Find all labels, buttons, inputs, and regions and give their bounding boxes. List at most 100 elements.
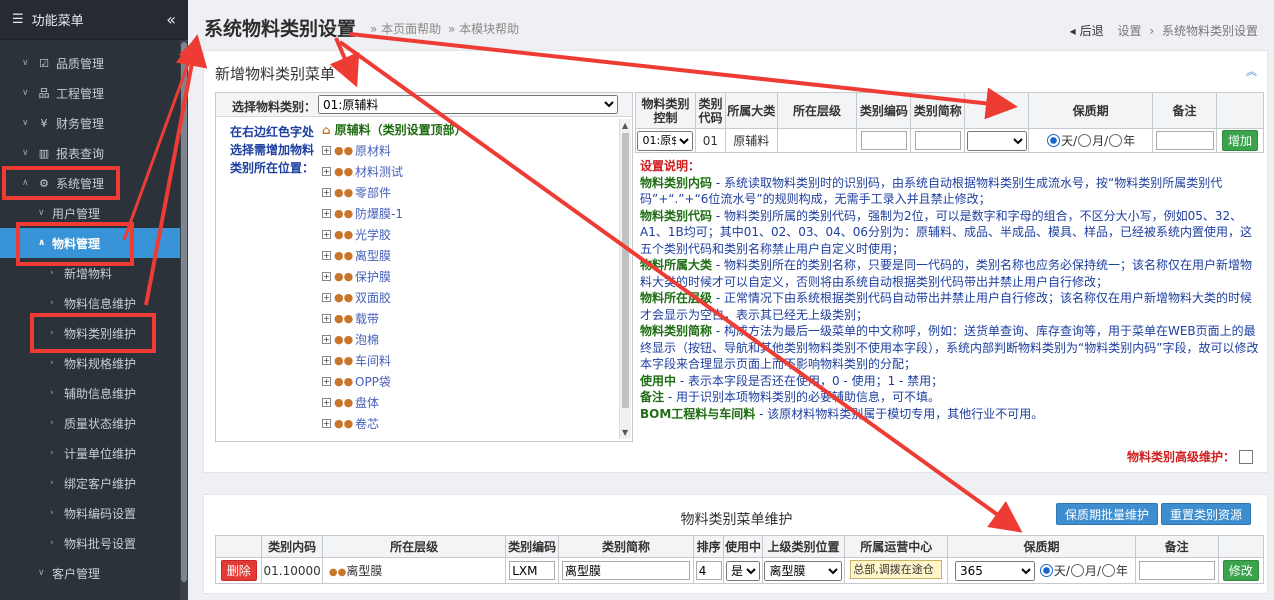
- back-link[interactable]: ◂ 后退: [1070, 24, 1104, 38]
- scroll-up-icon[interactable]: ▲: [622, 121, 628, 130]
- sidebar-item-customers[interactable]: ∨ 客户管理: [0, 558, 188, 588]
- radio-year[interactable]: [1101, 563, 1115, 577]
- reset-resource-button[interactable]: 重置类别资源: [1161, 503, 1252, 525]
- chevron-up-icon[interactable]: ︽: [1246, 63, 1257, 79]
- row-parent-select[interactable]: 离型膜: [764, 560, 843, 581]
- radio-year[interactable]: [1109, 134, 1123, 147]
- cat-code-input[interactable]: [860, 131, 907, 150]
- expand-icon[interactable]: +: [322, 398, 331, 407]
- help-page-link[interactable]: » 本页面帮助: [370, 20, 441, 37]
- short-name-input[interactable]: [914, 131, 961, 150]
- expand-icon[interactable]: +: [322, 272, 331, 281]
- expand-icon[interactable]: +: [322, 209, 331, 218]
- row-cat-code-input[interactable]: [509, 561, 556, 580]
- shelf-select[interactable]: [966, 130, 1027, 151]
- expand-icon[interactable]: +: [322, 356, 331, 365]
- scrollbar-thumb[interactable]: [181, 42, 187, 582]
- row-shelf-select[interactable]: 365: [955, 560, 1036, 581]
- help-module-link[interactable]: » 本模块帮助: [448, 20, 519, 37]
- row-remark-input[interactable]: [1138, 561, 1215, 580]
- chevron-right-icon: ›: [50, 478, 54, 488]
- advanced-checkbox[interactable]: [1239, 449, 1253, 464]
- users-icon: ●●: [334, 165, 354, 178]
- tree-node[interactable]: + ●● 车间料: [320, 350, 612, 371]
- sidebar-item-engineering[interactable]: ∨ 品工程管理: [0, 78, 188, 108]
- tree-node[interactable]: + ●● 零部件: [320, 182, 612, 203]
- category-select[interactable]: 01:原辅料: [318, 95, 618, 114]
- expand-icon[interactable]: +: [322, 188, 331, 197]
- tree-node[interactable]: + ●● 原材料: [320, 140, 612, 161]
- row-center-field[interactable]: 总部,调拨在途仓: [850, 559, 943, 579]
- radio-month[interactable]: [1070, 563, 1084, 577]
- expand-icon[interactable]: +: [322, 167, 331, 176]
- radio-month[interactable]: [1078, 134, 1092, 147]
- tree-node[interactable]: +●●海绵: [320, 434, 612, 437]
- check-square-icon: ☑: [39, 56, 49, 70]
- tree-node[interactable]: + ●● 防爆膜-1: [320, 203, 612, 224]
- sidebar-item-code-setting[interactable]: › 物料编码设置: [0, 498, 188, 528]
- breadcrumb-settings[interactable]: 设置: [1118, 24, 1142, 38]
- tree-node[interactable]: + ●● 泡棉: [320, 329, 612, 350]
- sidebar-item-unit[interactable]: › 计量单位维护: [0, 438, 188, 468]
- sidebar-title: 功能菜单: [31, 14, 84, 29]
- tree-node[interactable]: + ●● 卷芯: [320, 413, 612, 434]
- category-tree: ⌂ 原辅料（类别设置顶部） + ●● 原材料 + ●● 材料测试 + ●● 零部件 + ●● 防爆…: [320, 119, 612, 437]
- modify-button[interactable]: 修改: [1222, 560, 1259, 581]
- row-order-input[interactable]: [695, 561, 722, 580]
- sidebar-item-batch-setting[interactable]: › 物料批号设置: [0, 528, 188, 558]
- control-select[interactable]: 01:原$: [637, 130, 694, 151]
- remark-input[interactable]: [1155, 131, 1214, 150]
- sidebar-item-new-material[interactable]: › 新增物料: [0, 258, 188, 288]
- sidebar-header: ☰ 功能菜单 «: [0, 0, 188, 40]
- tree-node[interactable]: + ●● 双面胶: [320, 287, 612, 308]
- expand-icon[interactable]: +: [322, 293, 331, 302]
- row-short-name-input[interactable]: [561, 561, 690, 580]
- row-in-use-select[interactable]: 是: [725, 560, 760, 581]
- expand-icon[interactable]: +: [322, 230, 331, 239]
- tree-node[interactable]: + ●● 保护膜: [320, 266, 612, 287]
- expand-icon[interactable]: +: [322, 419, 331, 428]
- expand-icon[interactable]: +: [322, 377, 331, 386]
- tree-node[interactable]: + ●● 离型膜: [320, 245, 612, 266]
- tree-node[interactable]: + ●● 载带: [320, 308, 612, 329]
- sidebar-scrollbar[interactable]: [180, 40, 188, 600]
- sidebar-item-material[interactable]: ∧ 物料管理: [0, 228, 188, 258]
- tree-node[interactable]: + ●● 光学胶: [320, 224, 612, 245]
- radio-day[interactable]: [1039, 563, 1053, 577]
- tree-node[interactable]: + ●● OPP袋: [320, 371, 612, 392]
- expand-icon[interactable]: +: [322, 314, 331, 323]
- chevron-right-icon: ›: [50, 358, 54, 368]
- sidebar-item-quality-status[interactable]: › 质量状态维护: [0, 408, 188, 438]
- expand-icon[interactable]: +: [322, 251, 331, 260]
- sidebar-item-users[interactable]: ∨ 用户管理: [0, 198, 188, 228]
- chevron-right-icon: ›: [50, 298, 54, 308]
- tree-node[interactable]: + ●● 盘体: [320, 392, 612, 413]
- expand-icon[interactable]: +: [322, 335, 331, 344]
- sidebar-item-system[interactable]: ∧ ⚙ 系统管理: [0, 168, 188, 198]
- sidebar-item-finance[interactable]: ∨ ¥ 财务管理: [0, 108, 188, 138]
- table-row: 删除 01.10000 ●●离型膜 是 离型膜 总部,调拨在途仓 365 天/月…: [214, 557, 1265, 584]
- radio-day[interactable]: [1047, 134, 1061, 147]
- scrollbar-thumb[interactable]: [622, 133, 629, 408]
- desc-line: BOM工程料与车间料 - 该原材料物料类别属于模切专用，其他行业不可用。: [640, 406, 1044, 421]
- tree-scrollbar[interactable]: ▲ ▼: [619, 119, 631, 439]
- sidebar-item-material-spec[interactable]: › 物料规格维护: [0, 348, 188, 378]
- chevron-right-icon: ›: [50, 328, 54, 338]
- sidebar-item-aux-info[interactable]: › 辅助信息维护: [0, 378, 188, 408]
- double-chevron-left-icon[interactable]: «: [166, 10, 176, 29]
- expand-icon[interactable]: +: [322, 146, 331, 155]
- desc-line: 物料类别简称 - 构成方法为最后一级菜单的中文称呼，例如：送货单查询、库存查询等…: [640, 324, 1259, 371]
- users-icon: ●●: [334, 375, 354, 388]
- sidebar-item-material-info[interactable]: › 物料信息维护: [0, 288, 188, 318]
- sidebar-item-reports[interactable]: ∨ ▥ 报表查询: [0, 138, 188, 168]
- sidebar-item-material-category[interactable]: › 物料类别维护: [0, 318, 188, 348]
- add-button[interactable]: 增加: [1222, 130, 1259, 151]
- tree-node[interactable]: + ●● 材料测试: [320, 161, 612, 182]
- delete-button[interactable]: 删除: [220, 560, 257, 581]
- batch-shelf-button[interactable]: 保质期批量维护: [1056, 503, 1159, 525]
- sidebar-item-bind-customer[interactable]: › 绑定客户维护: [0, 468, 188, 498]
- tree-root[interactable]: ⌂ 原辅料（类别设置顶部）: [320, 119, 612, 140]
- scroll-down-icon[interactable]: ▼: [622, 428, 628, 437]
- shelf-unit-radios: 天/月/年: [1028, 128, 1154, 153]
- sidebar-item-quality[interactable]: ∨ ☑ 品质管理: [0, 48, 188, 78]
